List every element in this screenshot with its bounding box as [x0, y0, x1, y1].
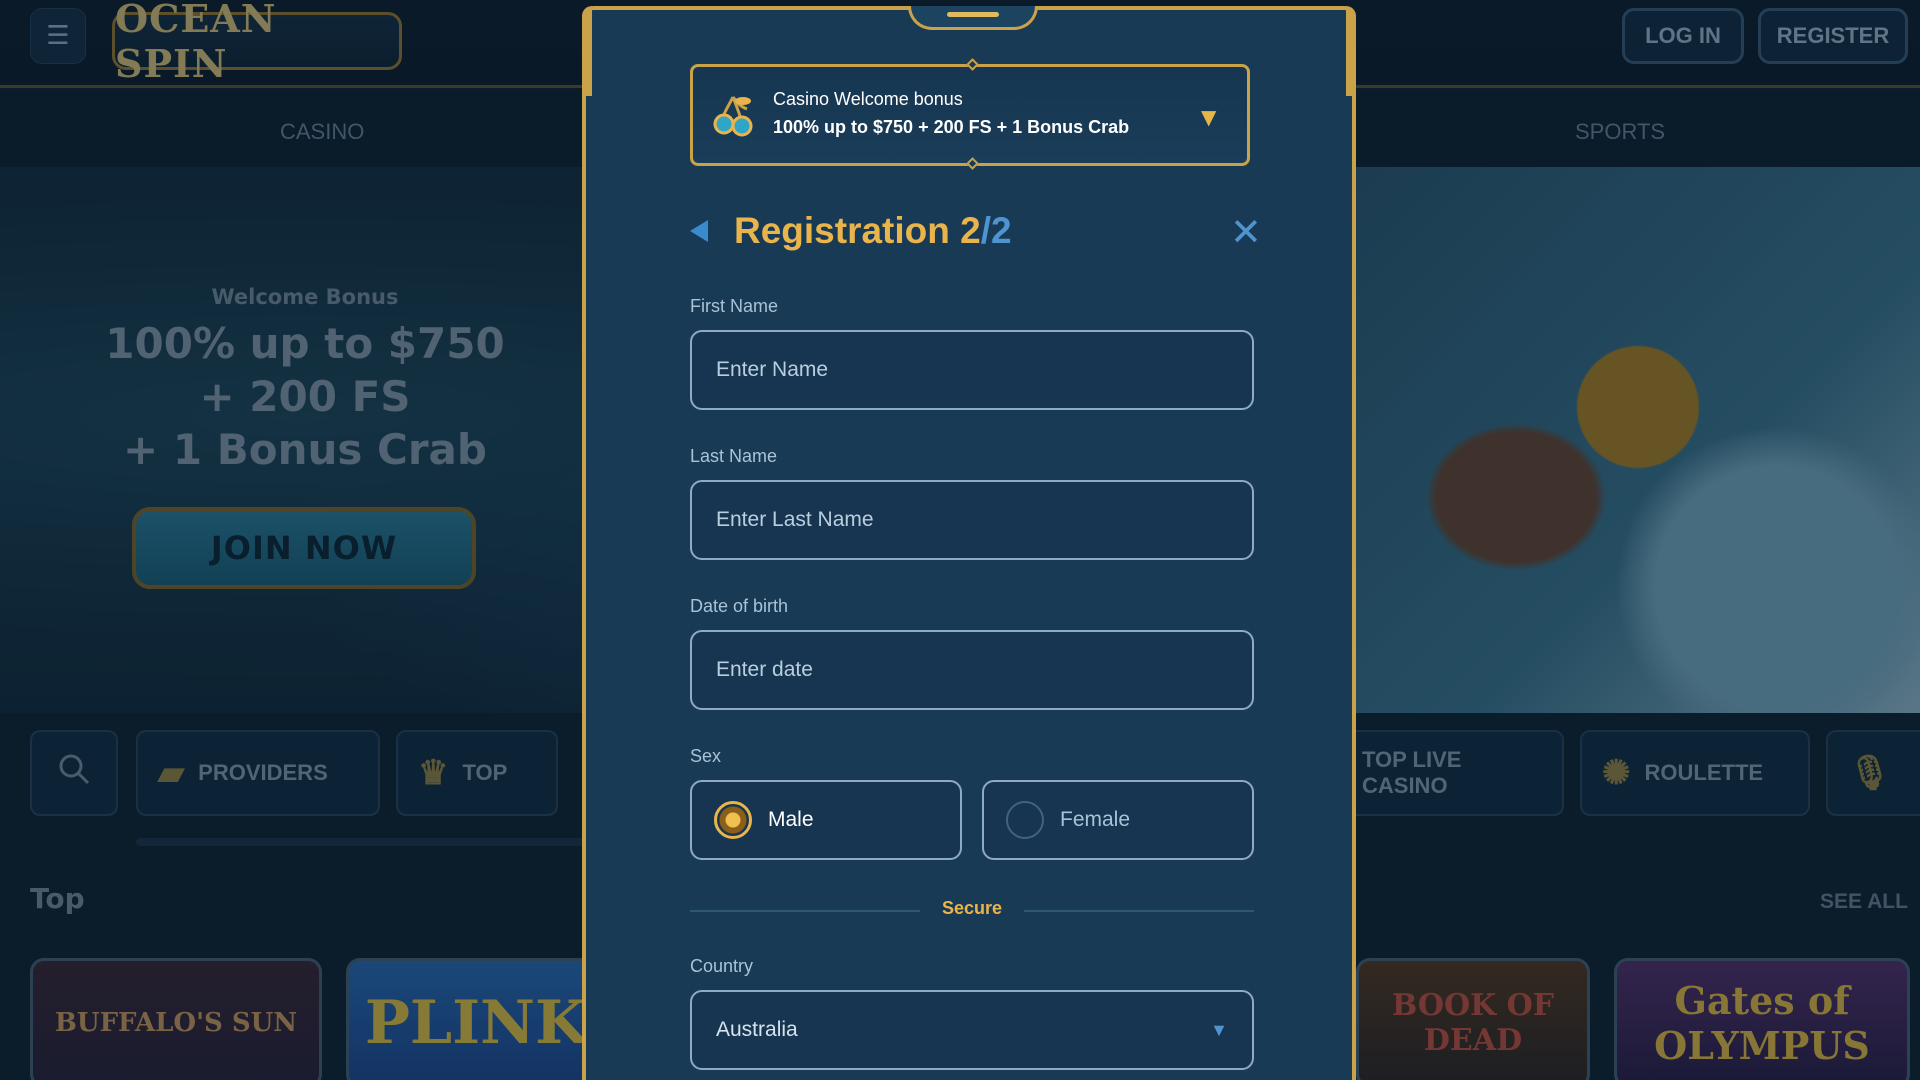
registration-modal: Casino Welcome bonus 100% up to $750 + 2…: [582, 6, 1356, 1080]
dob-input[interactable]: [690, 630, 1254, 710]
registration-header: Registration 2/2 ✕: [690, 210, 1262, 260]
step-current: 2: [960, 210, 981, 251]
ornament-diamond: [966, 157, 979, 170]
first-name-input[interactable]: [690, 330, 1254, 410]
ornament-diamond: [966, 58, 979, 71]
dob-label: Date of birth: [690, 596, 789, 616]
chevron-down-icon[interactable]: ▼: [1201, 105, 1216, 129]
country-label: Country: [690, 956, 754, 976]
bonus-selector[interactable]: Casino Welcome bonus 100% up to $750 + 2…: [690, 58, 1250, 170]
sex-option-label: Male: [768, 808, 814, 831]
page-title: Registration 2/2: [734, 210, 1012, 252]
radio-unchecked-icon[interactable]: [1006, 801, 1044, 839]
registration-title-text: Registration: [734, 210, 950, 251]
last-name-input[interactable]: [690, 480, 1254, 560]
modal-corner-ornament: [582, 6, 608, 96]
first-name-label: First Name: [690, 296, 779, 316]
sex-label: Sex: [690, 746, 722, 766]
secure-text: Secure: [919, 898, 1025, 918]
sex-option-male[interactable]: Male: [690, 780, 962, 860]
chevron-down-icon: ▼: [1210, 1019, 1228, 1040]
modal-top-ornament: [908, 6, 1038, 30]
close-icon[interactable]: ✕: [1230, 212, 1262, 252]
cherries-icon: [711, 93, 757, 139]
country-select[interactable]: Australia ▼: [690, 990, 1254, 1070]
back-arrow-icon[interactable]: [690, 220, 708, 242]
sex-option-label: Female: [1060, 808, 1131, 831]
radio-checked-icon[interactable]: [714, 801, 752, 839]
last-name-label: Last Name: [690, 446, 778, 466]
sex-option-female[interactable]: Female: [982, 780, 1254, 860]
bonus-title: Casino Welcome bonus: [773, 89, 963, 109]
step-total: /2: [980, 210, 1012, 251]
secure-label: Secure: [690, 898, 1254, 919]
country-value: Australia: [716, 1018, 798, 1041]
bonus-description: 100% up to $750 + 200 FS + 1 Bonus Crab: [773, 117, 1130, 137]
modal-corner-ornament: [1330, 6, 1356, 96]
